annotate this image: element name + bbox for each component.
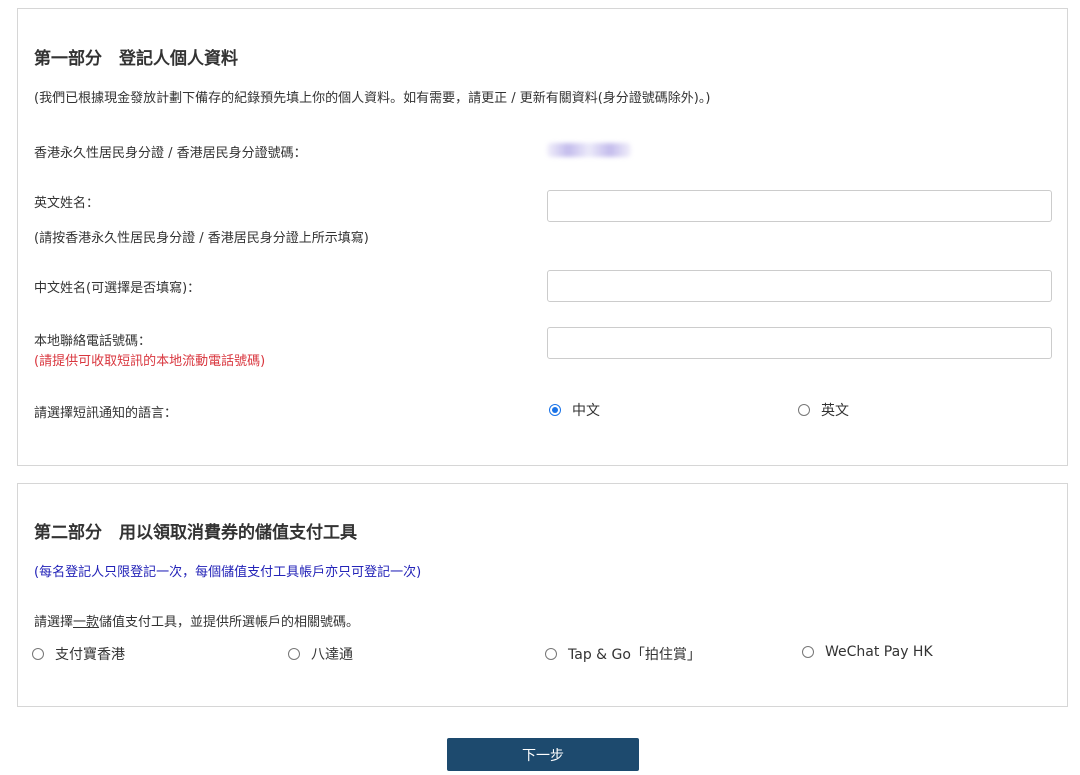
masked-id-number — [547, 143, 631, 157]
english-name-label: 英文姓名： — [34, 196, 100, 211]
radio-unchecked-icon[interactable] — [288, 648, 300, 660]
radio-unchecked-icon[interactable] — [798, 404, 810, 416]
section1-title: 第一部分 登記人個人資料 — [34, 49, 238, 69]
chinese-name-label: 中文姓名(可選擇是否填寫)： — [34, 281, 201, 296]
section2-title: 第二部分 用以領取消費券的儲值支付工具 — [34, 523, 357, 543]
payment-option-label: WeChat Pay HK — [825, 644, 933, 660]
sms-language-option-english[interactable]: 英文 — [798, 400, 849, 420]
payment-option-octopus[interactable]: 八達通 — [288, 644, 353, 664]
sms-language-option-label: 中文 — [572, 403, 600, 419]
payment-option-tapandgo[interactable]: Tap & Go「拍住賞」 — [545, 644, 701, 664]
phone-hint: (請提供可收取短訊的本地流動電話號碼) — [34, 354, 266, 369]
id-number-label: 香港永久性居民身分證 / 香港居民身分證號碼： — [34, 146, 307, 161]
phone-label: 本地聯絡電話號碼： — [34, 334, 152, 349]
radio-unchecked-icon[interactable] — [545, 648, 557, 660]
radio-unchecked-icon[interactable] — [32, 648, 44, 660]
phone-input[interactable] — [547, 327, 1052, 359]
section1-note: (我們已根據現金發放計劃下備存的紀錄預先填上你的個人資料。如有需要，請更正 / … — [34, 91, 711, 106]
payment-option-label: Tap & Go「拍住賞」 — [568, 647, 701, 663]
english-name-input[interactable] — [547, 190, 1052, 222]
instruction-text: 儲值支付工具，並提供所選帳戶的相關號碼。 — [99, 615, 360, 630]
radio-unchecked-icon[interactable] — [802, 646, 814, 658]
payment-option-alipayhk[interactable]: 支付寶香港 — [32, 644, 125, 664]
payment-option-label: 支付寶香港 — [55, 647, 125, 663]
payment-option-wechatpayhk[interactable]: WeChat Pay HK — [802, 644, 933, 660]
sms-language-option-label: 英文 — [821, 403, 849, 419]
payment-option-label: 八達通 — [311, 647, 353, 663]
chinese-name-input[interactable] — [547, 270, 1052, 302]
next-step-button[interactable]: 下一步 — [447, 738, 639, 771]
sms-language-option-chinese[interactable]: 中文 — [549, 400, 600, 420]
instruction-text: 請選擇 — [34, 615, 74, 630]
payment-tool-panel: 第二部分 用以領取消費券的儲值支付工具 (每名登記人只限登記一次，每個儲值支付工… — [17, 483, 1068, 707]
instruction-emphasis: 一款 — [73, 615, 100, 630]
sms-language-label: 請選擇短訊通知的語言： — [34, 406, 178, 421]
radio-checked-icon[interactable] — [549, 404, 561, 416]
payment-instruction: 請選擇一款儲值支付工具，並提供所選帳戶的相關號碼。 — [34, 611, 359, 630]
personal-info-panel: 第一部分 登記人個人資料 (我們已根據現金發放計劃下備存的紀錄預先填上你的個人資… — [17, 8, 1068, 466]
english-name-hint: (請按香港永久性居民身分證 / 香港居民身分證上所示填寫) — [34, 231, 369, 246]
section2-note: (每名登記人只限登記一次，每個儲值支付工具帳戶亦只可登記一次) — [34, 565, 422, 580]
